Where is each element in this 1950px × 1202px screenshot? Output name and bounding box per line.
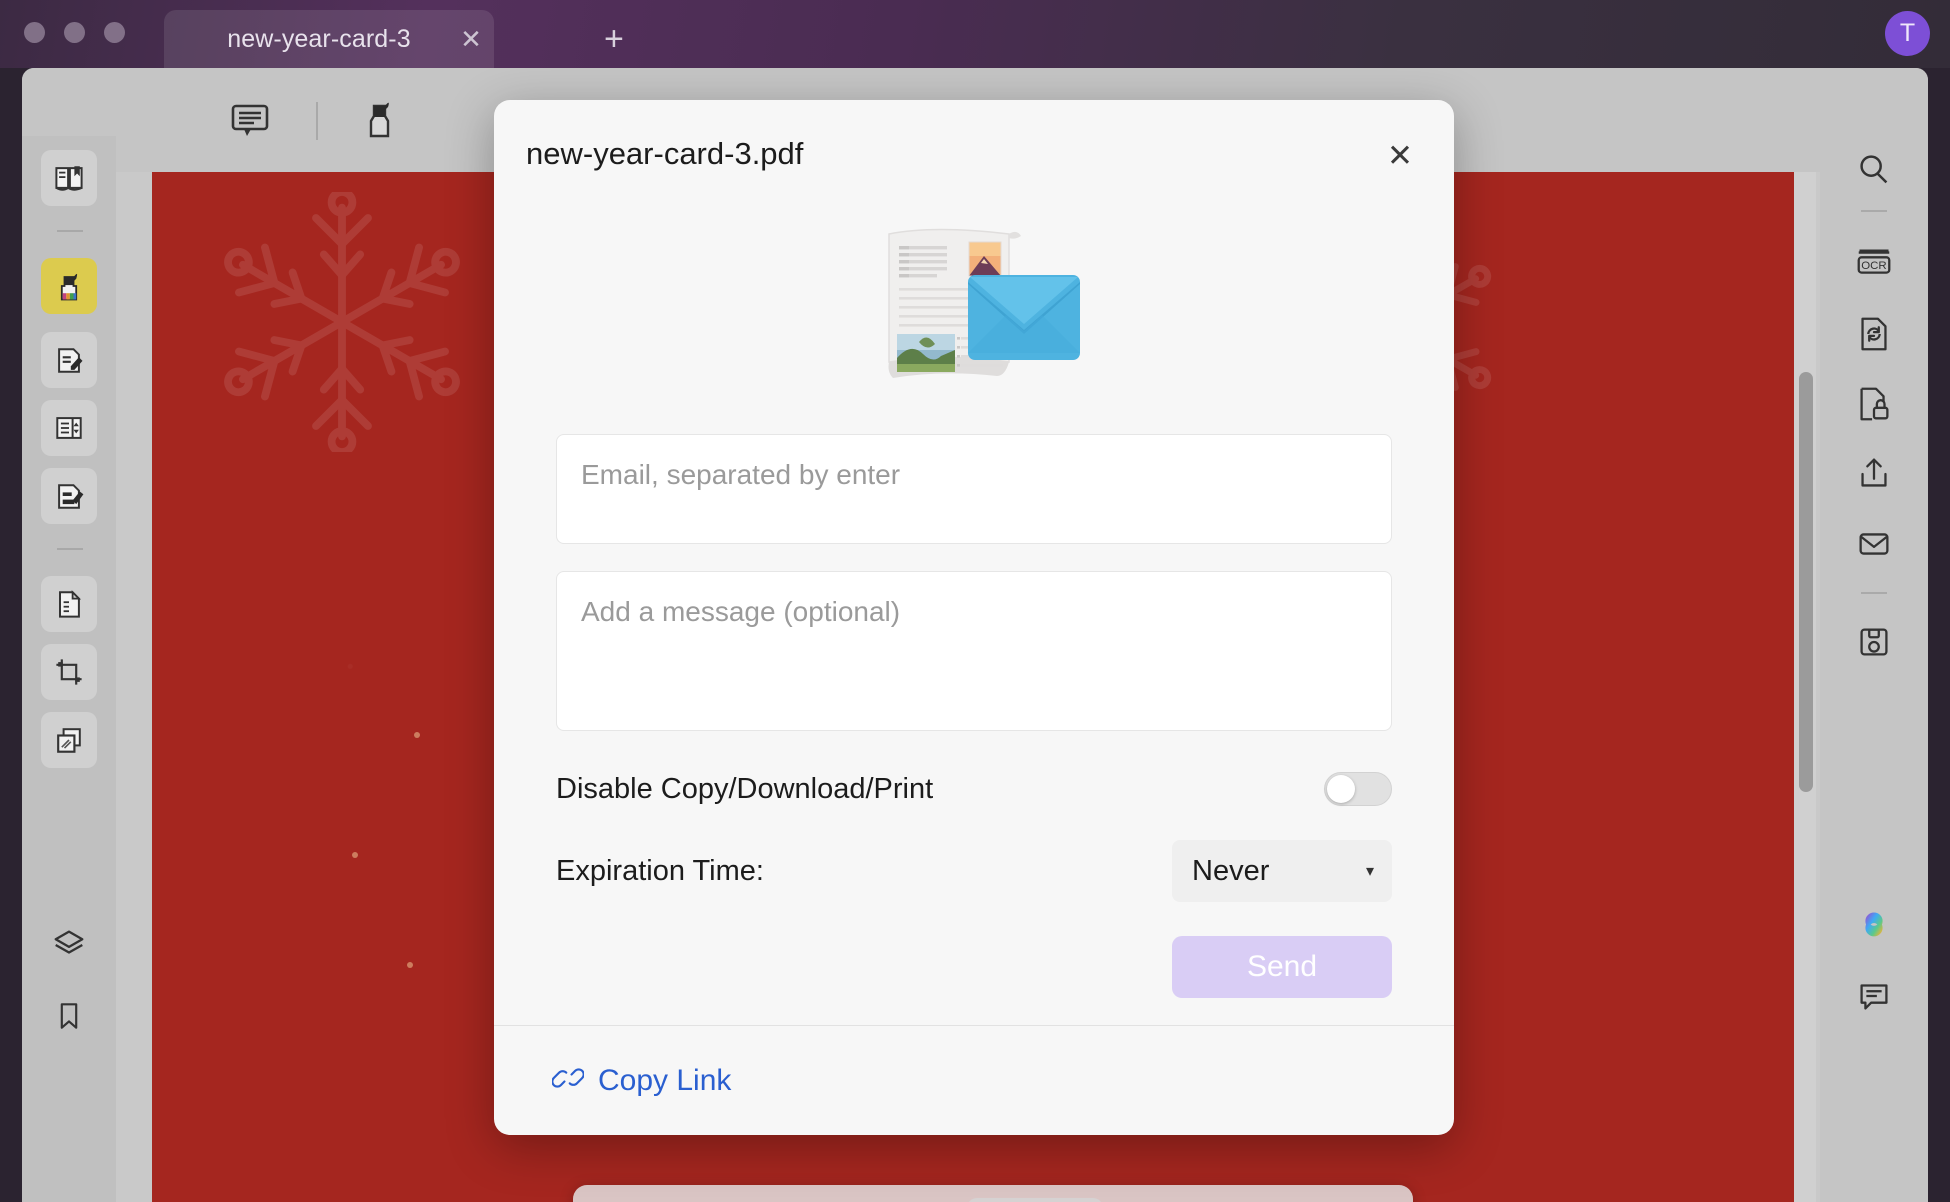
dialog-header: new-year-card-3.pdf ✕: [494, 100, 1454, 212]
close-window-button[interactable]: [24, 22, 45, 43]
tab-title: new-year-card-3: [227, 24, 411, 53]
expiration-row: Expiration Time: Never ▾: [556, 840, 1392, 902]
send-button[interactable]: Send: [1172, 936, 1392, 998]
chevron-down-icon: ▾: [1365, 863, 1374, 880]
message-input[interactable]: [556, 571, 1392, 731]
app-body: ▾ ▾: [22, 68, 1928, 1202]
new-tab-icon[interactable]: +: [604, 20, 624, 59]
minimize-window-button[interactable]: [64, 22, 85, 43]
toggle-knob: [1327, 775, 1355, 803]
title-bar: new-year-card-3 ✕ + T: [0, 0, 1950, 68]
expiration-select[interactable]: Never ▾: [1172, 840, 1392, 902]
avatar-initial: T: [1899, 19, 1916, 47]
share-form: Disable Copy/Download/Print Expiration T…: [494, 412, 1454, 1025]
tab-close-icon[interactable]: ✕: [448, 26, 494, 52]
maximize-window-button[interactable]: [104, 22, 125, 43]
disable-copy-row: Disable Copy/Download/Print: [556, 772, 1392, 806]
disable-copy-toggle[interactable]: [1324, 772, 1392, 806]
share-dialog: new-year-card-3.pdf ✕ Email, separated b…: [494, 100, 1454, 1135]
copy-link-button[interactable]: Copy Link: [598, 1064, 731, 1098]
expiration-value: Never: [1192, 854, 1270, 887]
dialog-illustration: [494, 212, 1454, 412]
dialog-footer: Copy Link: [494, 1025, 1454, 1135]
dialog-title: new-year-card-3.pdf: [526, 136, 804, 171]
modal-overlay: new-year-card-3.pdf ✕ Email, separated b…: [22, 68, 1928, 1202]
expiration-label: Expiration Time:: [556, 854, 764, 887]
send-row: Send: [556, 936, 1392, 998]
document-email-illustration: [849, 212, 1099, 407]
close-icon[interactable]: ✕: [1378, 134, 1422, 178]
traffic-lights: [24, 22, 125, 43]
email-input[interactable]: [556, 434, 1392, 544]
document-tab[interactable]: new-year-card-3 ✕: [164, 10, 494, 68]
avatar[interactable]: T: [1885, 11, 1930, 56]
disable-copy-label: Disable Copy/Download/Print: [556, 772, 934, 805]
link-chain-icon[interactable]: [551, 1062, 585, 1099]
app-window: new-year-card-3 ✕ + T OCR new-year-card-…: [0, 0, 1950, 1202]
